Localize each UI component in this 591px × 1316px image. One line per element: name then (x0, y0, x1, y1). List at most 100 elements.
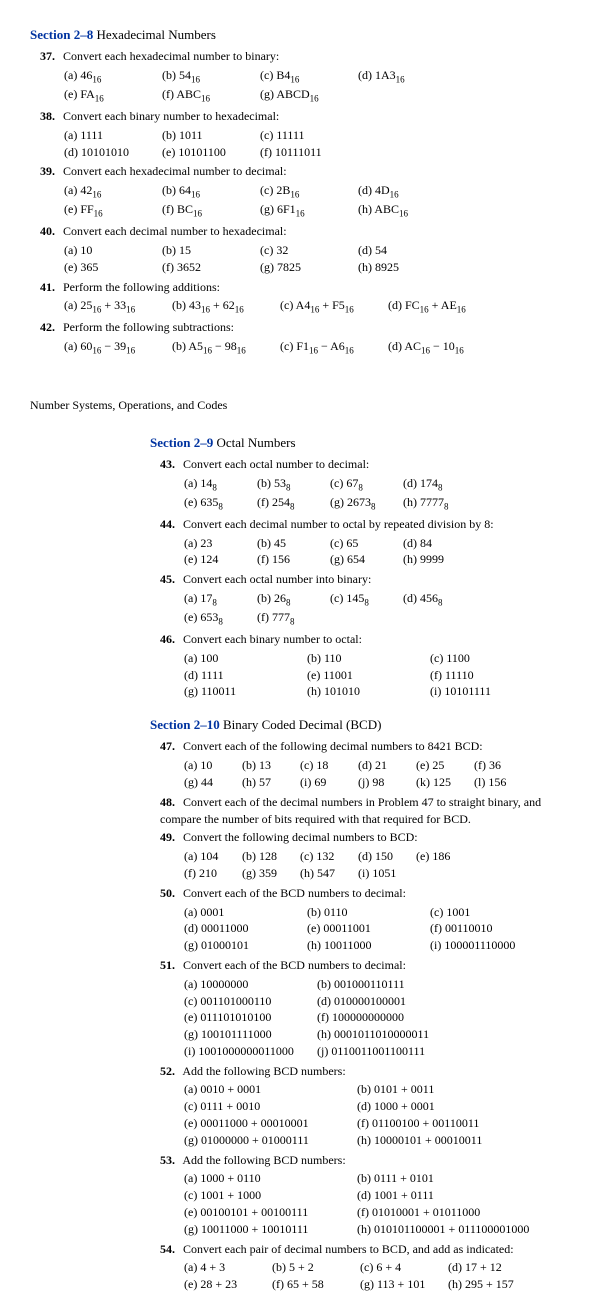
item: (b) 538 (257, 475, 327, 494)
problem-44-items: (a) 23 (b) 45 (c) 65 (d) 84 (e) 124 (f) … (184, 535, 561, 569)
item: (j) 0110011001100111 (317, 1043, 447, 1060)
problem-number: 40. (40, 223, 60, 240)
item: (h) 547 (300, 865, 355, 882)
item: (a) 2516 + 3316 (64, 297, 169, 316)
item: (a) 4616 (64, 67, 159, 86)
problem-46: 46. Convert each binary number to octal: (160, 631, 561, 648)
item: (f) 11110 (430, 667, 550, 684)
item: (b) 268 (257, 590, 327, 609)
problem-number: 49. (160, 829, 180, 846)
item: (h) 010101100001 + 011100001000 (357, 1221, 557, 1238)
problem-number: 50. (160, 885, 180, 902)
item: (f) 7778 (257, 609, 327, 628)
item: (c) B416 (260, 67, 355, 86)
item: (g) 01000101 (184, 937, 304, 954)
item: (g) 113 + 101 (360, 1276, 445, 1293)
item: (e) 25 (416, 757, 471, 774)
item: (b) 45 (257, 535, 327, 552)
section-number: Section 2–10 (150, 717, 220, 732)
problem-number: 45. (160, 571, 180, 588)
section-2-10-title: Section 2–10 Binary Coded Decimal (BCD) (150, 716, 561, 734)
item: (f) 210 (184, 865, 239, 882)
item: (d) FC16 + AE16 (388, 297, 493, 316)
problem-text: Convert each hexadecimal number to decim… (63, 164, 287, 178)
problem-38: 38. Convert each binary number to hexade… (40, 108, 561, 125)
item: (j) 98 (358, 774, 413, 791)
problem-text: Convert each decimal number to octal by … (183, 517, 494, 531)
item: (h) 9999 (403, 551, 473, 568)
item: (e) 011101010100 (184, 1009, 314, 1026)
problem-text: Convert each octal number to decimal: (183, 457, 369, 471)
item: (c) 132 (300, 848, 355, 865)
problem-number: 39. (40, 163, 60, 180)
item: (e) 00011001 (307, 920, 427, 937)
problem-40-items: (a) 10 (b) 15 (c) 32 (d) 54 (e) 365 (f) … (64, 242, 561, 276)
item: (f) ABC16 (162, 86, 257, 105)
item: (c) 18 (300, 757, 355, 774)
item: (c) A416 + F516 (280, 297, 385, 316)
problem-text: Convert each hexadecimal number to binar… (63, 49, 279, 63)
item: (e) 11001 (307, 667, 427, 684)
problem-number: 54. (160, 1241, 180, 1258)
problem-text: Convert each of the BCD numbers to decim… (183, 958, 406, 972)
item: (c) 0111 + 0010 (184, 1098, 354, 1115)
item: (f) 01100100 + 00110011 (357, 1115, 527, 1132)
problem-37-items: (a) 4616 (b) 5416 (c) B416 (d) 1A316 (e)… (64, 67, 561, 105)
problem-text: Convert each decimal number to hexadecim… (63, 224, 287, 238)
item: (h) 8925 (358, 259, 453, 276)
item: (b) 5416 (162, 67, 257, 86)
item: (d) AC16 − 1016 (388, 338, 493, 357)
item: (f) 3652 (162, 259, 257, 276)
item: (d) 21 (358, 757, 413, 774)
item: (i) 1051 (358, 865, 413, 882)
problem-number: 42. (40, 319, 60, 336)
problem-text: Convert each of the following decimal nu… (183, 739, 483, 753)
item: (f) 100000000000 (317, 1009, 447, 1026)
problem-number: 51. (160, 957, 180, 974)
item: (g) 654 (330, 551, 400, 568)
problem-38-items: (a) 1111 (b) 1011 (c) 11111 (d) 10101010… (64, 127, 561, 161)
problem-number: 37. (40, 48, 60, 65)
item: (c) 2B16 (260, 182, 355, 201)
item: (a) 0010 + 0001 (184, 1081, 354, 1098)
problem-47-items: (a) 10 (b) 13 (c) 18 (d) 21 (e) 25 (f) 3… (184, 757, 561, 791)
item: (h) 57 (242, 774, 297, 791)
item: (d) 010000100001 (317, 993, 447, 1010)
problem-43-items: (a) 148 (b) 538 (c) 678 (d) 1748 (e) 635… (184, 475, 561, 513)
item: (b) 4316 + 6216 (172, 297, 277, 316)
item: (b) 13 (242, 757, 297, 774)
item: (d) 1000 + 0001 (357, 1098, 527, 1115)
item: (d) 54 (358, 242, 453, 259)
item: (h) 10011000 (307, 937, 427, 954)
problem-number: 52. (160, 1063, 180, 1080)
item: (f) 2548 (257, 494, 327, 513)
item: (b) 001000110111 (317, 976, 447, 993)
problem-number: 53. (160, 1152, 180, 1169)
item: (a) 178 (184, 590, 254, 609)
item: (d) 1A316 (358, 67, 453, 86)
item: (f) 156 (257, 551, 327, 568)
item: (k) 125 (416, 774, 471, 791)
item: (h) 295 + 157 (448, 1276, 533, 1293)
item: (e) 6538 (184, 609, 254, 628)
problem-number: 38. (40, 108, 60, 125)
problem-42-items: (a) 6016 − 3916 (b) A516 − 9816 (c) F116… (64, 338, 561, 357)
problem-51: 51. Convert each of the BCD numbers to d… (160, 957, 561, 974)
problem-51-items: (a) 10000000 (b) 001000110111 (c) 001101… (184, 976, 561, 1060)
section-2-9-title: Section 2–9 Octal Numbers (150, 434, 561, 452)
item: (d) 1111 (184, 667, 304, 684)
problem-45: 45. Convert each octal number into binar… (160, 571, 561, 588)
problem-39: 39. Convert each hexadecimal number to d… (40, 163, 561, 180)
item: (c) F116 − A616 (280, 338, 385, 357)
problem-number: 46. (160, 631, 180, 648)
problem-54: 54. Convert each pair of decimal numbers… (160, 1241, 561, 1258)
item: (a) 100 (184, 650, 304, 667)
item: (f) 10111011 (260, 144, 355, 161)
item: (a) 6016 − 3916 (64, 338, 169, 357)
item: (g) 6F116 (260, 201, 355, 220)
problem-text: Perform the following subtractions: (63, 320, 234, 334)
problem-text: Convert each binary number to octal: (183, 632, 362, 646)
item: (c) 32 (260, 242, 355, 259)
problem-text: Convert each of the decimal numbers in P… (160, 795, 541, 826)
problem-53: 53. Add the following BCD numbers: (160, 1152, 561, 1169)
